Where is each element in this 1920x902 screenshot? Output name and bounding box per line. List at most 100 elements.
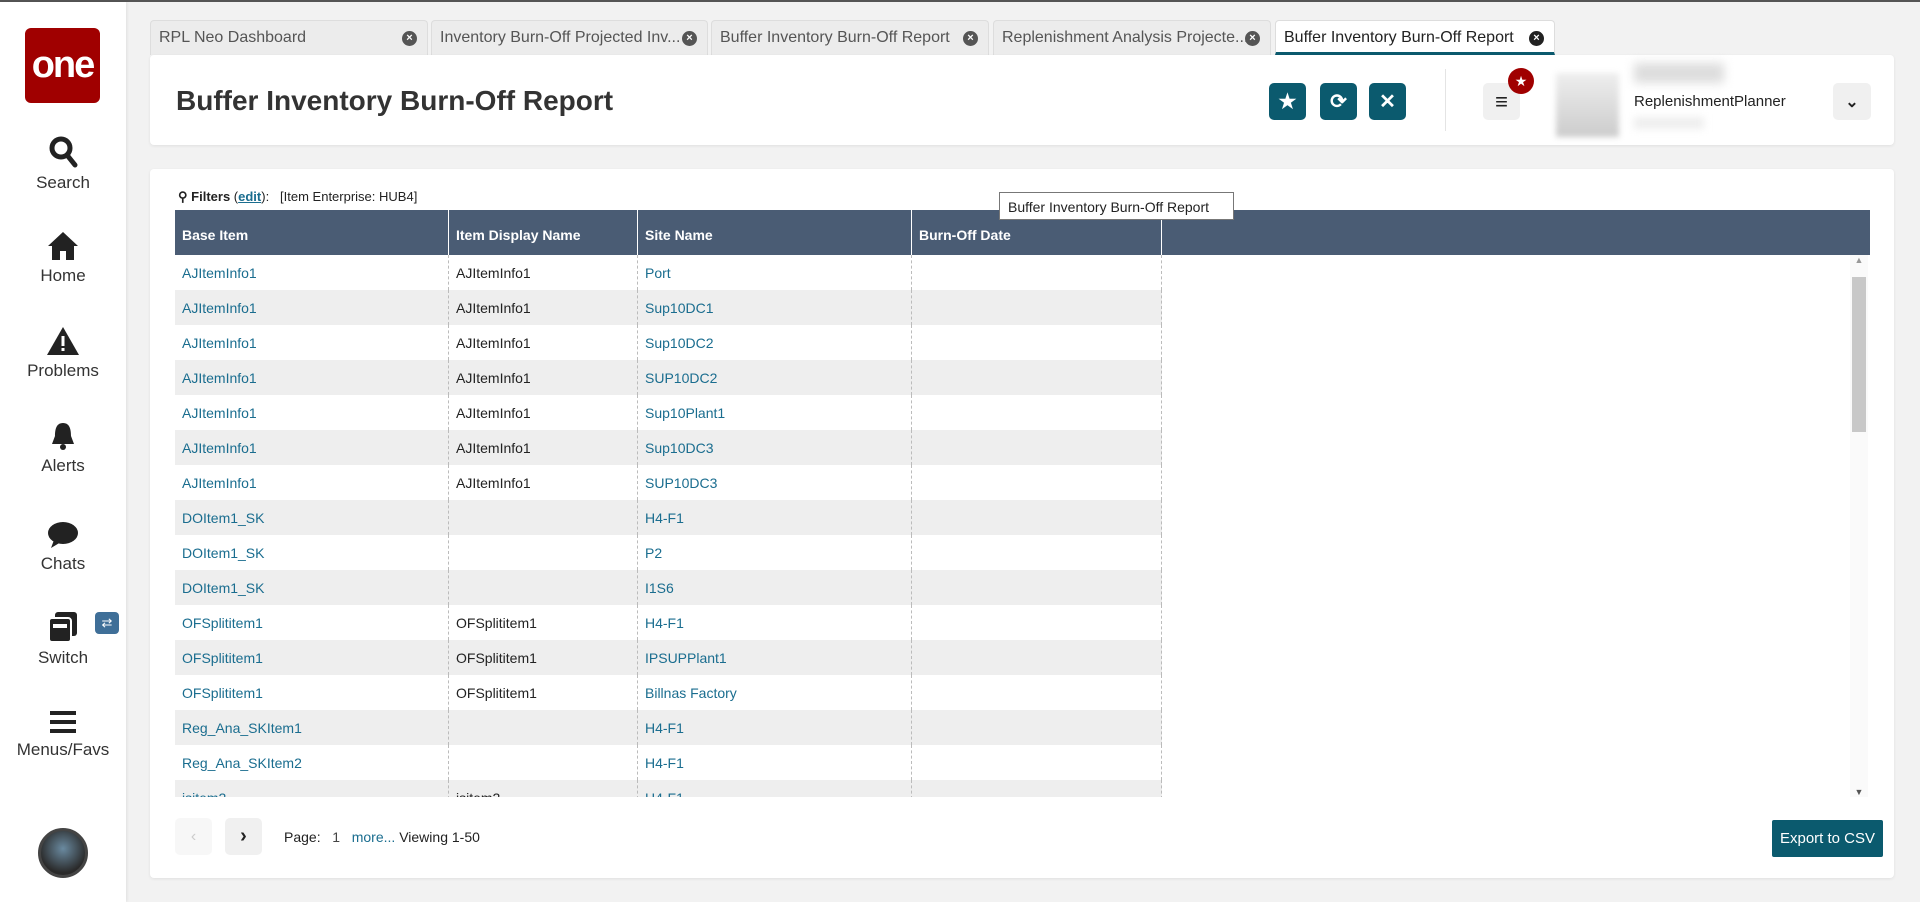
burn-off-date-cell [912, 360, 1162, 395]
close-button[interactable]: ✕ [1369, 83, 1406, 120]
base-item-cell[interactable]: DOItem1_SK [175, 570, 449, 605]
burn-off-date-cell [912, 745, 1162, 780]
table-row[interactable]: DOItem1_SK I1S6 [175, 570, 1870, 605]
close-tab-icon[interactable]: × [1245, 31, 1260, 46]
sidebar-item-chats[interactable]: Chats [0, 520, 126, 574]
table-row[interactable]: Reg_Ana_SKItem1 H4-F1 [175, 710, 1870, 745]
table-row[interactable]: OFSplititem1 OFSplititem1 H4-F1 [175, 605, 1870, 640]
close-tab-icon[interactable]: × [682, 31, 697, 46]
edit-filters-link[interactable]: edit [238, 189, 261, 204]
assistant-avatar[interactable] [38, 828, 88, 878]
table-row[interactable]: DOItem1_SK P2 [175, 535, 1870, 570]
burn-off-date-cell [912, 780, 1162, 797]
site-name-cell[interactable]: I1S6 [638, 570, 912, 605]
table-row[interactable]: AJItemInfo1 AJItemInfo1 SUP10DC2 [175, 360, 1870, 395]
column-item-display-name[interactable]: Item Display Name [449, 210, 638, 255]
base-item-cell[interactable]: AJItemInfo1 [175, 325, 449, 360]
export-csv-button[interactable]: Export to CSV [1772, 820, 1883, 857]
tab-label: RPL Neo Dashboard [159, 29, 307, 46]
base-item-cell[interactable]: AJItemInfo1 [175, 395, 449, 430]
tab-rpl-neo-dashboard[interactable]: RPL Neo Dashboard × [150, 20, 428, 55]
table-row[interactable]: AJItemInfo1 AJItemInfo1 Port [175, 255, 1870, 290]
close-tab-icon[interactable]: × [402, 31, 417, 46]
page-label: Page: [284, 829, 321, 845]
more-pages-link[interactable]: more... [352, 829, 396, 845]
site-name-cell[interactable]: H4-F1 [638, 500, 912, 535]
avatar[interactable] [1556, 73, 1619, 137]
switch-badge-icon[interactable]: ⇄ [95, 612, 119, 634]
item-display-name-cell: AJItemInfo1 [449, 290, 638, 325]
close-tab-icon[interactable]: × [963, 31, 978, 46]
table-row[interactable]: DOItem1_SK H4-F1 [175, 500, 1870, 535]
base-item-cell[interactable]: Reg_Ana_SKItem1 [175, 710, 449, 745]
site-name-cell[interactable]: P2 [638, 535, 912, 570]
logo[interactable]: one [25, 28, 100, 103]
chevron-left-icon: ‹ [190, 827, 197, 845]
site-name-cell[interactable]: H4-F1 [638, 605, 912, 640]
site-name-cell[interactable]: H4-F1 [638, 745, 912, 780]
scroll-down-icon[interactable]: ▼ [1850, 787, 1868, 797]
sidebar-item-alerts[interactable]: Alerts [0, 420, 126, 476]
table-row[interactable]: AJItemInfo1 AJItemInfo1 SUP10DC3 [175, 465, 1870, 500]
next-page-button[interactable]: › [225, 818, 262, 855]
close-tab-icon[interactable]: × [1529, 31, 1544, 46]
tab-buffer-inventory-active[interactable]: Buffer Inventory Burn-Off Report × [1275, 20, 1555, 55]
base-item-cell[interactable]: OFSplititem1 [175, 605, 449, 640]
site-name-cell[interactable]: SUP10DC2 [638, 360, 912, 395]
site-name-cell[interactable]: Port [638, 255, 912, 290]
sidebar-item-problems[interactable]: Problems [0, 325, 126, 381]
vertical-scrollbar[interactable]: ▲ ▼ [1850, 255, 1868, 797]
table-row[interactable]: OFSplititem1 OFSplititem1 IPSUPPlant1 [175, 640, 1870, 675]
table-row[interactable]: OFSplititem1 OFSplititem1 Billnas Factory [175, 675, 1870, 710]
site-name-cell[interactable]: IPSUPPlant1 [638, 640, 912, 675]
site-name-cell[interactable]: Sup10DC2 [638, 325, 912, 360]
favorite-button[interactable]: ★ [1269, 83, 1306, 120]
base-item-cell[interactable]: AJItemInfo1 [175, 465, 449, 500]
table-row[interactable]: isitem2isitem2H4-F1 [175, 780, 1870, 797]
tab-replenishment-analysis[interactable]: Replenishment Analysis Projecte... × [993, 20, 1271, 55]
site-name-cell[interactable]: H4-F1 [638, 780, 912, 797]
tab-inventory-burn-off-projected[interactable]: Inventory Burn-Off Projected Inv... × [431, 20, 708, 55]
scrollbar-thumb[interactable] [1852, 277, 1866, 432]
site-name-cell[interactable]: Sup10DC1 [638, 290, 912, 325]
site-name-cell[interactable]: SUP10DC3 [638, 465, 912, 500]
refresh-button[interactable]: ⟳ [1320, 83, 1357, 120]
burn-off-date-cell [912, 500, 1162, 535]
current-page: 1 [332, 829, 341, 845]
sidebar-item-home[interactable]: Home [0, 230, 126, 286]
base-item-cell[interactable]: AJItemInfo1 [175, 360, 449, 395]
base-item-cell[interactable]: AJItemInfo1 [175, 290, 449, 325]
base-item-cell[interactable]: Reg_Ana_SKItem2 [175, 745, 449, 780]
base-item-cell[interactable]: OFSplititem1 [175, 675, 449, 710]
base-item-cell[interactable]: DOItem1_SK [175, 500, 449, 535]
base-item-cell[interactable]: AJItemInfo1 [175, 430, 449, 465]
user-menu-dropdown[interactable]: ⌄ [1833, 83, 1871, 120]
burn-off-date-cell [912, 570, 1162, 605]
site-name-cell[interactable]: Billnas Factory [638, 675, 912, 710]
filters-bar: ⚲ Filters (edit): [Item Enterprise: HUB4… [178, 189, 418, 204]
user-name-blurred [1634, 63, 1724, 83]
column-base-item[interactable]: Base Item [175, 210, 449, 255]
site-name-cell[interactable]: H4-F1 [638, 710, 912, 745]
site-name-cell[interactable]: Sup10Plant1 [638, 395, 912, 430]
tab-buffer-inventory-1[interactable]: Buffer Inventory Burn-Off Report × [711, 20, 989, 55]
divider [1445, 69, 1446, 131]
base-item-cell[interactable]: isitem2 [175, 780, 449, 797]
table-row[interactable]: Reg_Ana_SKItem2 H4-F1 [175, 745, 1870, 780]
table-row[interactable]: AJItemInfo1 AJItemInfo1 Sup10DC3 [175, 430, 1870, 465]
site-name-cell[interactable]: Sup10DC3 [638, 430, 912, 465]
sidebar-item-search[interactable]: Search [0, 135, 126, 193]
column-site-name[interactable]: Site Name [638, 210, 912, 255]
scroll-up-icon[interactable]: ▲ [1850, 255, 1868, 265]
previous-page-button[interactable]: ‹ [175, 818, 212, 855]
table-row[interactable]: AJItemInfo1 AJItemInfo1 Sup10Plant1 [175, 395, 1870, 430]
chat-icon [48, 522, 78, 548]
page-title: Buffer Inventory Burn-Off Report [176, 85, 614, 116]
table-row[interactable]: AJItemInfo1 AJItemInfo1 Sup10DC2 [175, 325, 1870, 360]
table-row[interactable]: AJItemInfo1 AJItemInfo1 Sup10DC1 [175, 290, 1870, 325]
base-item-cell[interactable]: AJItemInfo1 [175, 255, 449, 290]
base-item-cell[interactable]: DOItem1_SK [175, 535, 449, 570]
burn-off-date-cell [912, 325, 1162, 360]
base-item-cell[interactable]: OFSplititem1 [175, 640, 449, 675]
sidebar-item-menus[interactable]: Menus/Favs [0, 708, 126, 760]
